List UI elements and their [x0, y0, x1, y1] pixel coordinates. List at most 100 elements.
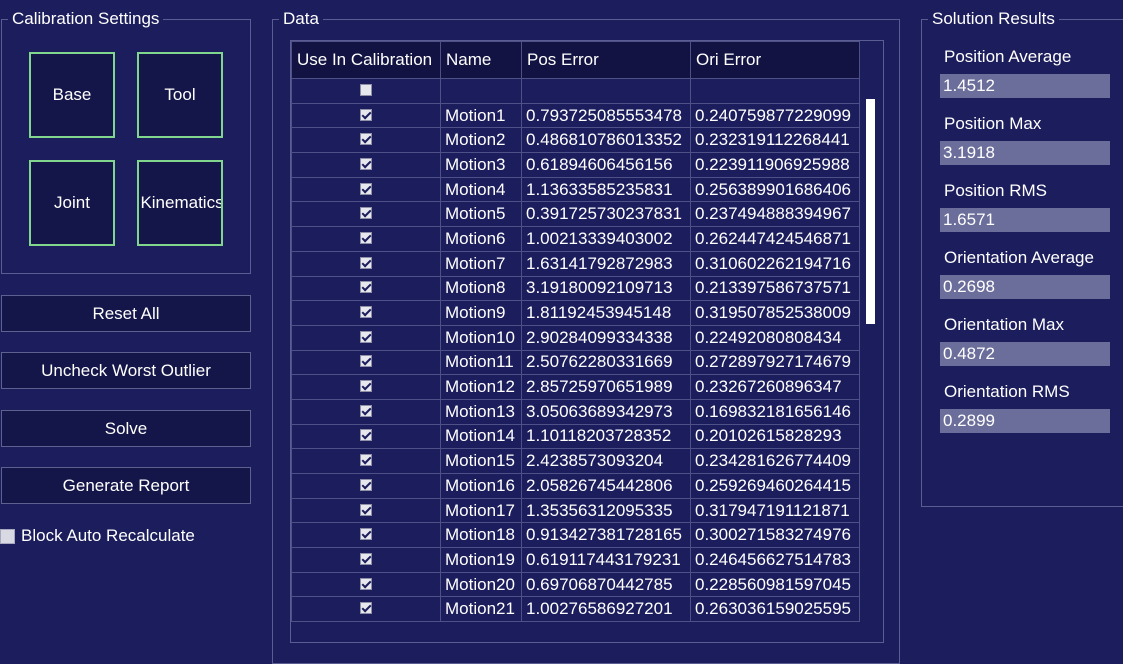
use-in-calibration-checkbox[interactable]	[360, 207, 372, 220]
result-value-field[interactable]: 3.1918	[940, 141, 1110, 165]
table-row[interactable]: Motion1 0.793725085553478 0.24075987722909…	[291, 102, 860, 129]
motion-name-cell[interactable]: Motion6	[440, 226, 522, 252]
table-row[interactable]: Motion7 1.63141792872983 0.310602262194716	[291, 250, 860, 277]
table-row[interactable]	[291, 78, 860, 104]
ori-error-cell[interactable]: 0.317947191121871	[690, 497, 860, 524]
table-row[interactable]: Motion3 0.61894606456156 0.223911906925988	[291, 152, 860, 178]
motion-name-cell[interactable]: Motion13	[440, 398, 522, 425]
table-row[interactable]: Motion12 2.85725970651989 0.23267260896347	[291, 374, 860, 400]
table-row[interactable]: Motion21 1.00276586927201 0.26303615902559…	[291, 596, 860, 623]
use-in-calibration-checkbox[interactable]	[360, 182, 372, 195]
use-in-calibration-checkbox[interactable]	[360, 108, 372, 121]
table-row[interactable]: Motion20 0.69706870442785 0.22856098159704…	[291, 571, 860, 598]
use-in-calibration-checkbox[interactable]	[360, 157, 372, 170]
table-row[interactable]: Motion4 1.13633585235831 0.256389901686406	[291, 176, 860, 203]
use-in-calibration-checkbox[interactable]	[360, 577, 372, 590]
ori-error-cell[interactable]: 0.228560981597045	[690, 571, 860, 598]
table-row[interactable]: Motion5 0.391725730237831 0.23749488839496…	[291, 201, 860, 228]
ori-error-cell[interactable]: 0.169832181656146	[690, 398, 860, 425]
uncheck-worst-outlier-button[interactable]: Uncheck Worst Outlier	[1, 352, 251, 389]
table-row[interactable]: Motion2 0.486810786013352 0.23231911226844…	[291, 127, 860, 154]
ori-error-cell[interactable]: 0.22492080808434	[690, 324, 860, 351]
motion-name-cell[interactable]: Motion16	[440, 473, 522, 499]
ori-error-cell[interactable]: 0.256389901686406	[690, 176, 860, 203]
motion-name-cell[interactable]: Motion5	[440, 201, 522, 228]
motion-name-cell[interactable]: Motion21	[440, 596, 522, 623]
use-in-calibration-checkbox[interactable]	[360, 429, 372, 442]
use-in-calibration-checkbox[interactable]	[360, 404, 372, 417]
use-in-calibration-checkbox[interactable]	[360, 256, 372, 269]
use-in-calibration-checkbox[interactable]	[360, 306, 372, 319]
use-in-calibration-checkbox[interactable]	[360, 330, 372, 343]
ori-error-cell[interactable]: 0.232319112268441	[690, 127, 860, 154]
joint-button[interactable]: Joint	[29, 160, 115, 246]
block-auto-recalculate[interactable]: Block Auto Recalculate	[0, 526, 195, 546]
table-scrollbar-thumb[interactable]	[866, 99, 875, 324]
pos-error-cell[interactable]: 0.61894606456156	[521, 152, 691, 178]
motion-name-cell[interactable]: Motion1	[440, 102, 522, 129]
block-auto-recalculate-checkbox[interactable]	[0, 528, 15, 544]
table-row[interactable]: Motion13 3.05063689342973 0.16983218165614…	[291, 398, 860, 425]
pos-error-cell[interactable]: 1.35356312095335	[521, 497, 691, 524]
column-header-name[interactable]: Name	[440, 41, 522, 79]
ori-error-cell[interactable]: 0.240759877229099	[690, 102, 860, 129]
use-in-calibration-checkbox[interactable]	[360, 281, 372, 294]
motion-name-cell[interactable]: Motion4	[440, 176, 522, 203]
use-in-calibration-checkbox[interactable]	[360, 528, 372, 541]
pos-error-cell[interactable]: 0.793725085553478	[521, 102, 691, 129]
pos-error-cell[interactable]: 1.63141792872983	[521, 250, 691, 277]
ori-error-cell[interactable]: 0.237494888394967	[690, 201, 860, 228]
base-button[interactable]: Base	[29, 52, 115, 138]
pos-error-cell[interactable]	[521, 78, 691, 104]
pos-error-cell[interactable]: 1.13633585235831	[521, 176, 691, 203]
solve-button[interactable]: Solve	[1, 410, 251, 447]
ori-error-cell[interactable]: 0.319507852538009	[690, 300, 860, 326]
ori-error-cell[interactable]: 0.263036159025595	[690, 596, 860, 623]
ori-error-cell[interactable]: 0.262447424546871	[690, 226, 860, 252]
table-row[interactable]: Motion14 1.10118203728352 0.20102615828293	[291, 423, 860, 450]
pos-error-cell[interactable]: 2.50762280331669	[521, 349, 691, 376]
motion-name-cell[interactable]: Motion14	[440, 423, 522, 450]
table-row[interactable]: Motion16 2.05826745442806 0.25926946026441…	[291, 473, 860, 499]
motion-name-cell[interactable]	[440, 78, 522, 104]
use-in-calibration-checkbox[interactable]	[360, 133, 372, 146]
generate-report-button[interactable]: Generate Report	[1, 467, 251, 504]
ori-error-cell[interactable]: 0.20102615828293	[690, 423, 860, 450]
column-header-use[interactable]: Use In Calibration	[291, 41, 441, 79]
ori-error-cell[interactable]: 0.272897927174679	[690, 349, 860, 376]
result-value-field[interactable]: 0.4872	[940, 342, 1110, 366]
ori-error-cell[interactable]	[690, 78, 860, 104]
ori-error-cell[interactable]: 0.259269460264415	[690, 473, 860, 499]
pos-error-cell[interactable]: 1.00276586927201	[521, 596, 691, 623]
use-in-calibration-checkbox[interactable]	[360, 478, 372, 491]
column-header-pos-error[interactable]: Pos Error	[521, 41, 691, 79]
reset-all-button[interactable]: Reset All	[1, 295, 251, 332]
use-in-calibration-checkbox[interactable]	[360, 552, 372, 565]
motion-name-cell[interactable]: Motion10	[440, 324, 522, 351]
motion-name-cell[interactable]: Motion12	[440, 374, 522, 400]
motion-name-cell[interactable]: Motion18	[440, 522, 522, 549]
motion-name-cell[interactable]: Motion17	[440, 497, 522, 524]
use-in-calibration-checkbox[interactable]	[360, 83, 372, 96]
motion-name-cell[interactable]: Motion11	[440, 349, 522, 376]
motion-name-cell[interactable]: Motion3	[440, 152, 522, 178]
ori-error-cell[interactable]: 0.223911906925988	[690, 152, 860, 178]
table-row[interactable]: Motion11 2.50762280331669 0.27289792717467…	[291, 349, 860, 376]
ori-error-cell[interactable]: 0.23267260896347	[690, 374, 860, 400]
pos-error-cell[interactable]: 2.90284099334338	[521, 324, 691, 351]
motion-name-cell[interactable]: Motion8	[440, 275, 522, 302]
use-in-calibration-checkbox[interactable]	[360, 503, 372, 516]
table-row[interactable]: Motion17 1.35356312095335 0.31794719112187…	[291, 497, 860, 524]
table-row[interactable]: Motion8 3.19180092109713 0.213397586737571	[291, 275, 860, 302]
motion-name-cell[interactable]: Motion20	[440, 571, 522, 598]
use-in-calibration-checkbox[interactable]	[360, 231, 372, 244]
use-in-calibration-checkbox[interactable]	[360, 454, 372, 467]
pos-error-cell[interactable]: 0.619117443179231	[521, 547, 691, 573]
pos-error-cell[interactable]: 3.19180092109713	[521, 275, 691, 302]
pos-error-cell[interactable]: 0.69706870442785	[521, 571, 691, 598]
pos-error-cell[interactable]: 0.486810786013352	[521, 127, 691, 154]
kinematics-button[interactable]: Kinematics	[137, 160, 223, 246]
pos-error-cell[interactable]: 0.913427381728165	[521, 522, 691, 549]
column-header-ori-error[interactable]: Ori Error	[690, 41, 860, 79]
pos-error-cell[interactable]: 3.05063689342973	[521, 398, 691, 425]
